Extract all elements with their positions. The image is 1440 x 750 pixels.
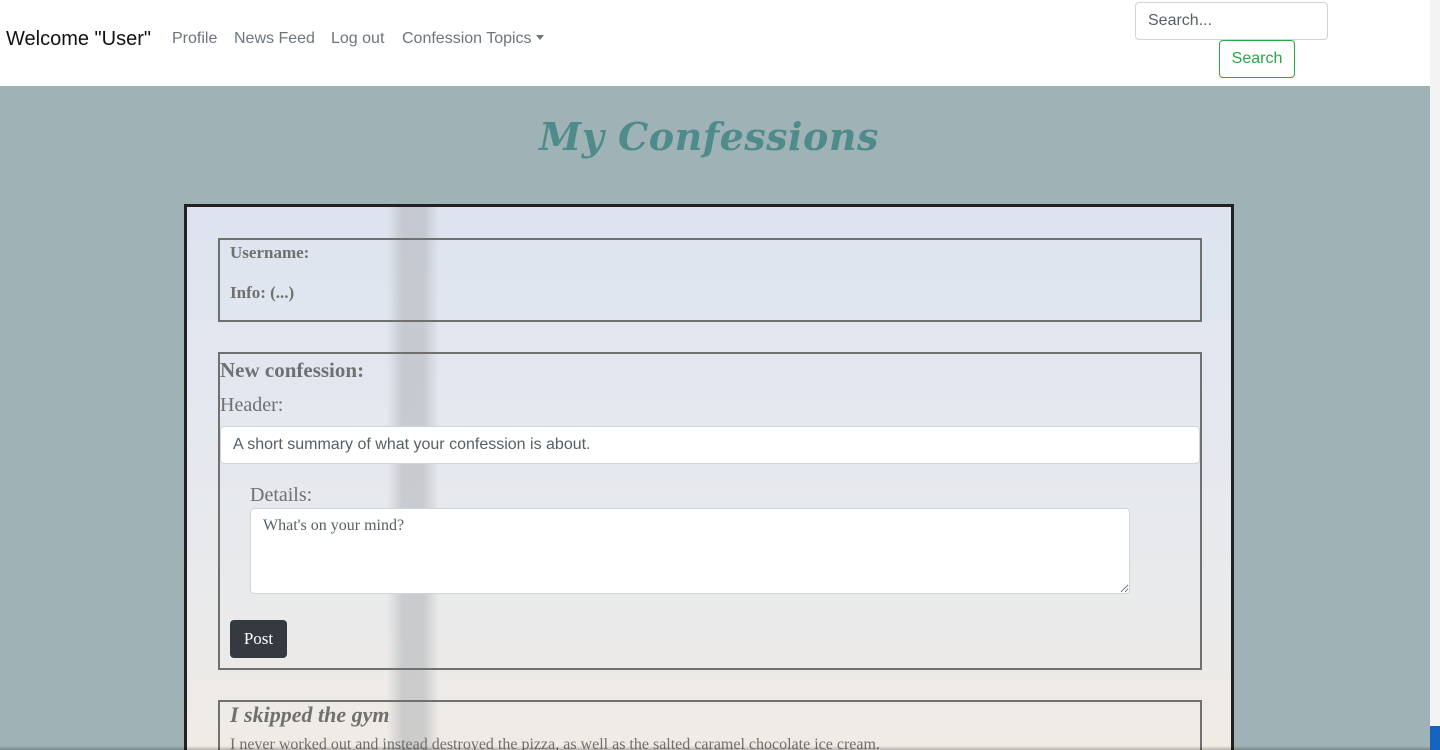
nav-dropdown-confession-topics[interactable]: Confession Topics (402, 30, 544, 48)
details-label: Details: (250, 484, 313, 506)
new-confession-heading: New confession: (220, 358, 365, 382)
header-label: Header: (220, 394, 284, 416)
navbar-brand[interactable]: Welcome "User" (6, 28, 151, 51)
nav-dropdown-label: Confession Topics (402, 30, 532, 47)
search-input[interactable] (1135, 2, 1328, 40)
user-info-box: Username: Info: (...) (218, 238, 1202, 322)
confessions-card: Username: Info: (...) New confession: He… (184, 204, 1234, 750)
new-confession-form: New confession: Header: Details: Post (218, 352, 1202, 670)
nav-link-log-out[interactable]: Log out (331, 30, 384, 48)
navbar: Welcome "User" Profile News Feed Log out… (0, 0, 1430, 86)
info-label: Info: (...) (230, 283, 295, 302)
confession-title: I skipped the gym (230, 702, 390, 727)
caret-down-icon (535, 35, 544, 40)
page-title: My Confessions (539, 114, 879, 159)
nav-link-news-feed[interactable]: News Feed (234, 30, 315, 48)
post-button[interactable]: Post (230, 620, 287, 658)
window-edge-accent (1430, 726, 1440, 750)
window-bottom-shadow (0, 746, 1430, 750)
search-button[interactable]: Search (1219, 40, 1295, 78)
confession-post: I skipped the gym I never worked out and… (218, 700, 1202, 750)
nav-link-profile[interactable]: Profile (172, 30, 217, 48)
window-edge (1430, 0, 1440, 750)
header-input[interactable] (220, 426, 1200, 464)
details-textarea[interactable] (250, 508, 1130, 594)
username-label: Username: (230, 243, 310, 262)
